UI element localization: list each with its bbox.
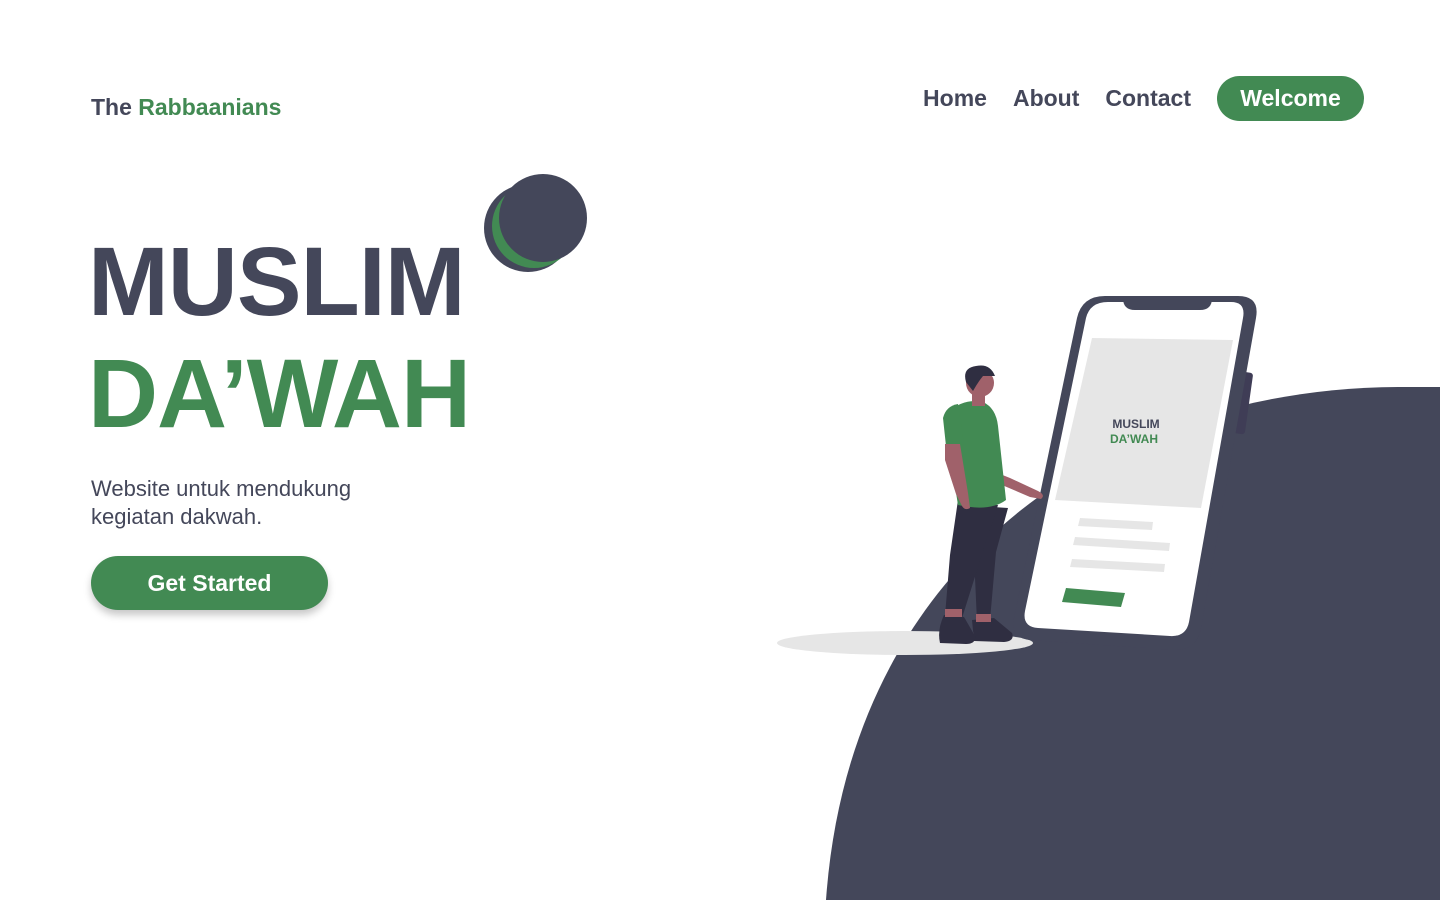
hero-illustration: MUSLIM DA’WAH bbox=[777, 296, 1440, 900]
phone-screen-image bbox=[1055, 338, 1233, 508]
nav-home-link[interactable]: Home bbox=[923, 76, 987, 121]
hero-title-line2: DA’WAH bbox=[88, 339, 471, 448]
phone-illustration: MUSLIM DA’WAH bbox=[1013, 296, 1257, 650]
nav-contact-link[interactable]: Contact bbox=[1105, 76, 1191, 121]
hero-title-line1: MUSLIM bbox=[88, 227, 466, 336]
get-started-button[interactable]: Get Started bbox=[91, 556, 328, 610]
phone-screen-text-line bbox=[1070, 559, 1165, 572]
crescent-moon-icon bbox=[484, 174, 587, 272]
brand-logo[interactable]: The Rabbaanians bbox=[91, 92, 281, 122]
nav-about-link[interactable]: About bbox=[1013, 76, 1079, 121]
phone-screen-text-line bbox=[1073, 537, 1170, 551]
phone-screen-text-line bbox=[1078, 518, 1153, 530]
phone-screen-button bbox=[1062, 588, 1125, 607]
hero-title: MUSLIM DA’WAH bbox=[88, 226, 471, 450]
welcome-button[interactable]: Welcome bbox=[1217, 76, 1364, 121]
phone-body bbox=[1013, 296, 1257, 650]
main-nav: Home About Contact Welcome bbox=[923, 76, 1364, 121]
ground-shadow bbox=[777, 631, 1033, 655]
phone-screen bbox=[1024, 302, 1244, 637]
background-hill-shape bbox=[826, 387, 1440, 900]
phone-screen-title-line1: MUSLIM bbox=[1112, 417, 1159, 431]
phone-screen-title-line2: DA’WAH bbox=[1110, 432, 1158, 446]
person-illustration bbox=[939, 365, 1043, 644]
brand-prefix: The bbox=[91, 94, 132, 120]
phone-notch bbox=[1123, 298, 1212, 310]
brand-accent: Rabbaanians bbox=[138, 94, 282, 120]
hero-subtitle: Website untuk mendukung kegiatan dakwah. bbox=[91, 476, 352, 529]
